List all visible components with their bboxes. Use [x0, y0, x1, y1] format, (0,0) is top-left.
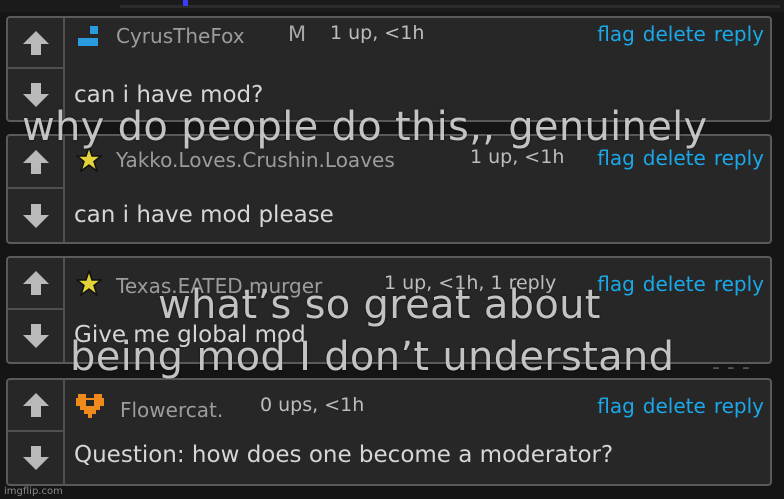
watermark: imgflip.com [4, 486, 63, 497]
arrow-down-icon [22, 446, 49, 470]
reply-link[interactable]: reply [714, 394, 764, 418]
username-link[interactable]: Yakko.Loves.Crushin.Loaves [116, 148, 395, 172]
overlay-caption: why do people do this,, genuinely [22, 104, 708, 150]
comment-text: Question: how does one become a moderato… [74, 442, 614, 468]
scroll-marker [183, 0, 188, 6]
previous-comment-edge [0, 0, 784, 12]
delete-link[interactable]: delete [643, 22, 706, 46]
comment-header: CyrusTheFox M 1 up, <1h flag delete reply [76, 18, 764, 56]
orange-pixel-heart-icon[interactable] [76, 390, 106, 420]
blue-pixel-icon[interactable] [76, 24, 102, 50]
arrow-up-icon [22, 149, 49, 174]
arrow-down-icon [22, 203, 49, 228]
reply-link[interactable]: reply [714, 22, 764, 46]
divider [120, 5, 780, 8]
reply-link[interactable]: reply [714, 272, 764, 296]
mod-badge: M [288, 22, 307, 46]
reply-link[interactable]: reply [714, 146, 764, 170]
arrow-up-icon [22, 30, 49, 55]
divider: - - - [712, 355, 750, 380]
comment-card: Flowercat. 0 ups, <1h flag delete reply Qu… [6, 378, 772, 486]
comment-actions: flag delete reply [589, 272, 764, 296]
vote-column [8, 136, 65, 242]
downvote-button[interactable] [8, 432, 63, 484]
comment-header: Flowercat. 0 ups, <1h flag delete reply [76, 380, 764, 422]
vote-column [8, 380, 65, 484]
vote-column [8, 258, 65, 362]
upvote-button[interactable] [8, 258, 63, 310]
overlay-caption: being mod I don’t understand [70, 334, 675, 380]
downvote-button[interactable] [8, 310, 63, 362]
comment-meta: 0 ups, <1h [260, 394, 365, 416]
overlay-caption: what’s so great about [158, 282, 601, 328]
flag-link[interactable]: flag [597, 22, 635, 46]
username-link[interactable]: CyrusTheFox [116, 24, 245, 48]
upvote-button[interactable] [8, 380, 63, 432]
comment-text: can i have mod please [74, 202, 334, 228]
upvote-button[interactable] [8, 18, 63, 69]
delete-link[interactable]: delete [643, 272, 706, 296]
comment-actions: flag delete reply [589, 22, 764, 46]
delete-link[interactable]: delete [643, 394, 706, 418]
arrow-up-icon [22, 393, 49, 417]
arrow-down-icon [22, 324, 49, 348]
downvote-button[interactable] [8, 189, 63, 242]
comment-meta: 1 up, <1h [330, 22, 425, 44]
arrow-up-icon [22, 271, 49, 295]
comment-card: Yakko.Loves.Crushin.Loaves 1 up, <1h fla… [6, 134, 772, 244]
star-icon[interactable] [76, 270, 102, 296]
flag-link[interactable]: flag [597, 272, 635, 296]
username-link[interactable]: Flowercat. [120, 398, 223, 422]
flag-link[interactable]: flag [597, 394, 635, 418]
comment-actions: flag delete reply [589, 394, 764, 418]
